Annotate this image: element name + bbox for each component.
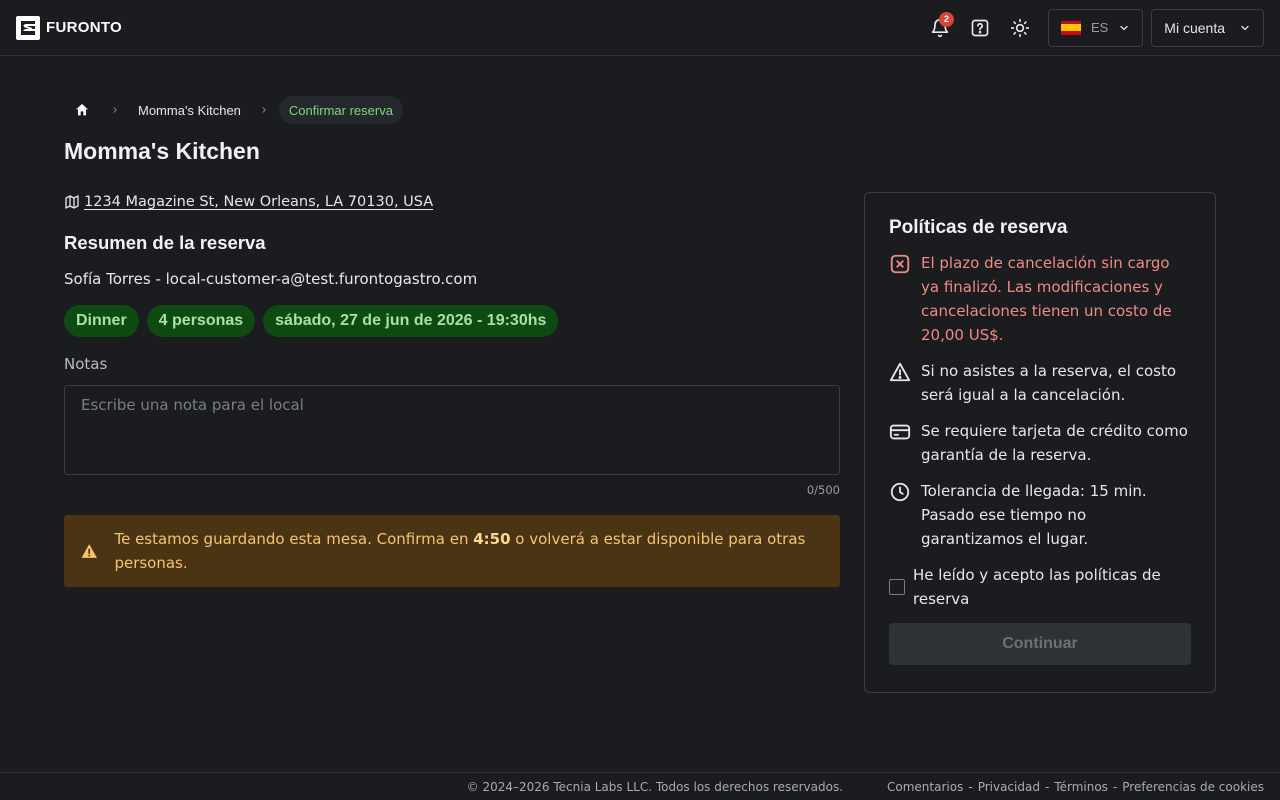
hold-warning-text: Te estamos guardando esta mesa. Confirma… (114, 530, 806, 572)
theme-toggle-button[interactable] (1002, 10, 1038, 46)
alert-triangle-icon (889, 359, 913, 407)
breadcrumb-restaurant[interactable]: Momma's Kitchen (130, 103, 249, 118)
policy-text: Se requiere tarjeta de crédito como gara… (921, 422, 1188, 464)
footer-link-cookies[interactable]: Preferencias de cookies (1122, 780, 1264, 794)
footer-link-privacy[interactable]: Privacidad (978, 780, 1040, 794)
restaurant-address: 1234 Magazine St, New Orleans, LA 70130,… (64, 194, 433, 210)
continue-button[interactable]: Continuar (889, 623, 1191, 665)
clock-icon (889, 479, 913, 551)
page-footer: © 2024–2026 Tecnia Labs LLC. Todos los d… (0, 772, 1280, 800)
policy-arrival-tolerance: Tolerancia de llegada: 15 min. Pasado es… (889, 479, 1191, 551)
help-button[interactable] (962, 10, 998, 46)
accept-policies-label[interactable]: He leído y acepto las políticas de reser… (913, 563, 1191, 611)
address-link[interactable]: 1234 Magazine St, New Orleans, LA 70130,… (84, 194, 433, 210)
notes-input[interactable] (64, 385, 840, 475)
chip-service: Dinner (64, 305, 139, 337)
summary-title: Resumen de la reserva (64, 232, 266, 253)
footer-separator: - (1044, 779, 1050, 794)
breadcrumb: Momma's Kitchen Confirmar reserva (64, 96, 403, 124)
policies-card: Políticas de reserva El plazo de cancela… (864, 192, 1216, 693)
sun-icon (1010, 18, 1030, 37)
hold-warning-alert: Te estamos guardando esta mesa. Confirma… (64, 515, 840, 587)
breadcrumb-home[interactable] (64, 96, 100, 124)
policy-credit-card: Se requiere tarjeta de crédito como gara… (889, 419, 1191, 467)
credit-card-icon (889, 419, 913, 467)
home-icon (76, 104, 88, 116)
warning-icon (81, 544, 97, 558)
policy-no-show: Si no asistes a la reserva, el costo ser… (889, 359, 1191, 407)
policies-title: Políticas de reserva (889, 217, 1068, 238)
account-menu-button[interactable]: Mi cuenta (1151, 8, 1264, 47)
page-title: Momma's Kitchen (64, 138, 260, 164)
header-actions: 2 ES Mi cuenta (922, 8, 1264, 47)
map-icon (65, 195, 79, 209)
accept-policies-row[interactable]: He leído y acepto las políticas de reser… (889, 563, 1191, 611)
notes-label: Notas (64, 355, 108, 373)
notes-char-count: 0/500 (806, 483, 840, 497)
help-icon (971, 19, 989, 36)
breadcrumb-current: Confirmar reserva (278, 96, 403, 124)
chip-party-size: 4 personas (146, 305, 256, 337)
chevron-right-icon (249, 105, 279, 115)
language-label: ES (1090, 20, 1109, 35)
spain-flag-icon (1060, 20, 1081, 35)
hold-timer: 4:50 (473, 530, 511, 548)
chip-datetime: sábado, 27 de jun de 2026 - 19:30hs (263, 305, 559, 337)
footer-link-feedback[interactable]: Comentarios (887, 780, 963, 794)
reservation-chips: Dinner 4 personas sábado, 27 de jun de 2… (64, 305, 559, 337)
chevron-down-icon (1241, 25, 1249, 30)
footer-link-terms[interactable]: Términos (1054, 780, 1108, 794)
chevron-right-icon (100, 105, 130, 115)
top-header: FURONTO 2 ES Mi cuenta (0, 0, 1280, 56)
language-selector[interactable]: ES (1047, 8, 1144, 47)
policy-cancellation: El plazo de cancelación sin cargo ya fin… (889, 251, 1191, 347)
copyright-text: © 2024–2026 Tecnia Labs LLC. Todos los d… (466, 779, 844, 794)
x-square-icon (889, 251, 913, 347)
brand-logo[interactable]: FURONTO (16, 15, 122, 40)
accept-policies-checkbox[interactable] (889, 579, 905, 595)
chevron-down-icon (1120, 25, 1128, 30)
policy-text: Tolerancia de llegada: 15 min. Pasado es… (921, 482, 1147, 548)
notifications-button[interactable]: 2 (922, 10, 958, 46)
customer-info: Sofía Torres - local-customer-a@test.fur… (64, 270, 478, 288)
account-label: Mi cuenta (1164, 19, 1225, 36)
policy-text: Si no asistes a la reserva, el costo ser… (921, 362, 1177, 404)
footer-separator: - (1112, 779, 1118, 794)
footer-separator: - (968, 779, 973, 794)
furonto-logo-icon (16, 15, 40, 40)
notifications-badge: 2 (938, 11, 954, 27)
policy-text: El plazo de cancelación sin cargo ya fin… (921, 254, 1172, 344)
brand-name: FURONTO (46, 19, 122, 36)
